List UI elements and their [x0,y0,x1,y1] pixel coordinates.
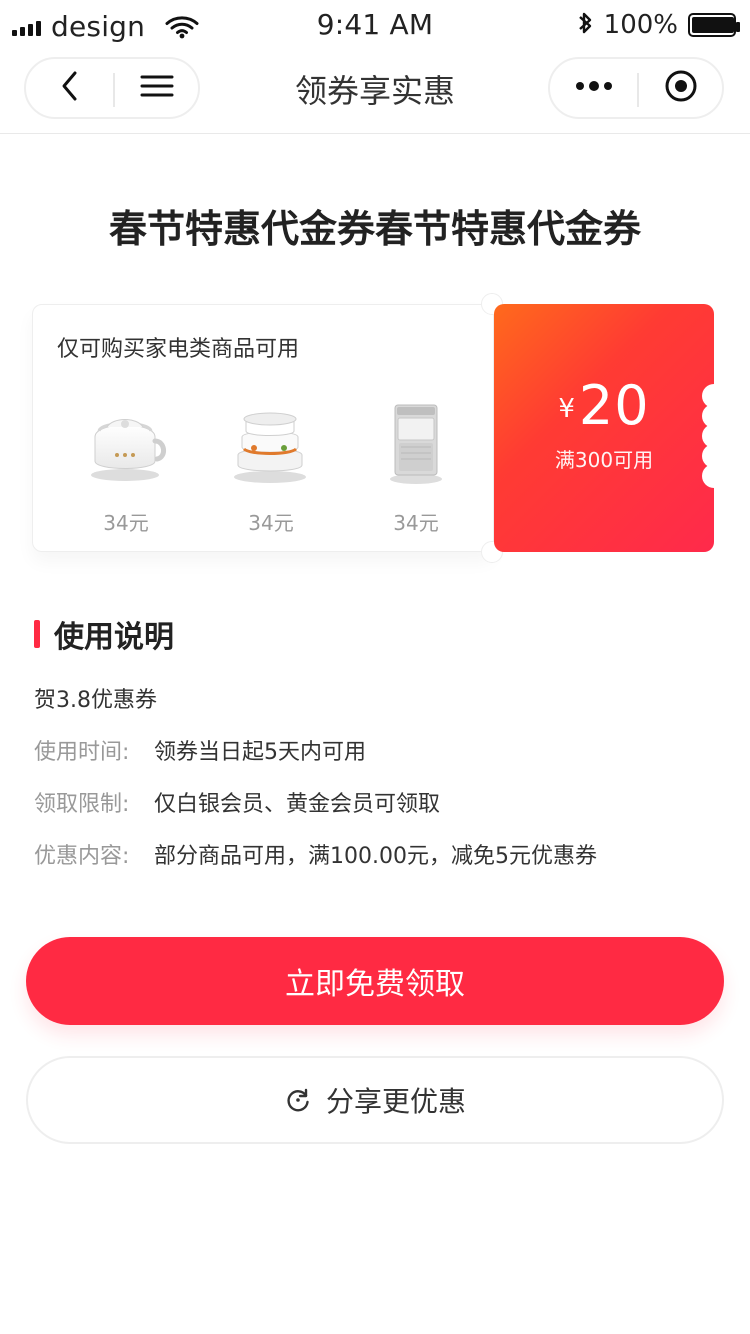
usage-row: 领取限制: 仅白银会员、黄金会员可领取 [34,786,724,818]
refresh-icon [284,1086,312,1114]
share-label: 分享更优惠 [325,1085,466,1118]
usage-label: 领取限制: [34,792,130,817]
electric-cooker-image [77,397,175,487]
more-icon [572,78,616,98]
usage-header: 使用说明 [34,612,724,656]
coupon-value-panel: ¥20 满300可用 [494,304,714,552]
product-item[interactable]: 34元 [216,389,326,539]
share-button[interactable]: 分享更优惠 [26,1056,724,1144]
coupon-availability: 仅可购买家电类商品可用 [57,337,300,362]
coupon-title: 春节特惠代金券春节特惠代金券 [108,207,641,251]
coupon-left-panel: 仅可购买家电类商品可用 34元 34元 34元 [32,293,503,563]
coupon-amount: ¥20 [494,374,714,437]
usage-row: 使用时间: 领券当日起5天内可用 [34,734,724,766]
usage-headline: 贺3.8优惠券 [34,688,157,713]
usage-rows: 使用时间: 领券当日起5天内可用 领取限制: 仅白银会员、黄金会员可领取 优惠内… [34,734,724,870]
bluetooth-icon [574,11,594,39]
section-accent-bar [34,620,40,648]
battery-percent: 100% [603,10,678,40]
product-price: 34元 [103,511,149,535]
product-price: 34元 [393,511,439,535]
claim-free-button[interactable]: 立即免费领取 [26,937,724,1025]
product-item[interactable]: 34元 [361,389,471,539]
claim-free-label: 立即免费领取 [285,967,465,1002]
product-list: 34元 34元 34元 [71,389,471,539]
nav-right-capsule [548,57,724,119]
coupon-amount-value: 20 [578,374,650,437]
coupon-card: 仅可购买家电类商品可用 34元 34元 34元 ¥20 满300可用 [32,293,718,563]
washing-machine-image [367,397,465,487]
status-right: 100% [574,10,740,40]
page: design 9:41 AM 100% 领券享实惠 春节特惠代金券春节特惠代金券… [0,0,750,1334]
usage-row: 优惠内容: 部分商品可用，满100.00元，减免5元优惠券 [34,838,724,870]
multi-layer-steamer-image [222,397,320,487]
usage-value: 领券当日起5天内可用 [154,740,366,765]
usage-value: 部分商品可用，满100.00元，减免5元优惠券 [154,844,597,869]
usage-label: 使用时间: [34,740,130,765]
currency-symbol: ¥ [558,394,575,424]
close-miniprogram-button[interactable] [638,59,724,117]
usage-title: 使用说明 [54,620,174,655]
usage-label: 优惠内容: [34,844,130,869]
coupon-condition: 满300可用 [554,448,654,472]
battery-icon [688,13,740,37]
status-bar: design 9:41 AM 100% [0,0,750,48]
usage-section: 使用说明 贺3.8优惠券 使用时间: 领券当日起5天内可用 领取限制: 仅白银会… [34,612,724,870]
product-item[interactable]: 34元 [71,389,181,539]
target-icon [663,68,699,108]
battery-fill [692,17,734,33]
more-button[interactable] [550,59,638,117]
nav-bar: 领券享实惠 [0,48,750,134]
product-price: 34元 [248,511,294,535]
usage-value: 仅白银会员、黄金会员可领取 [154,792,441,817]
